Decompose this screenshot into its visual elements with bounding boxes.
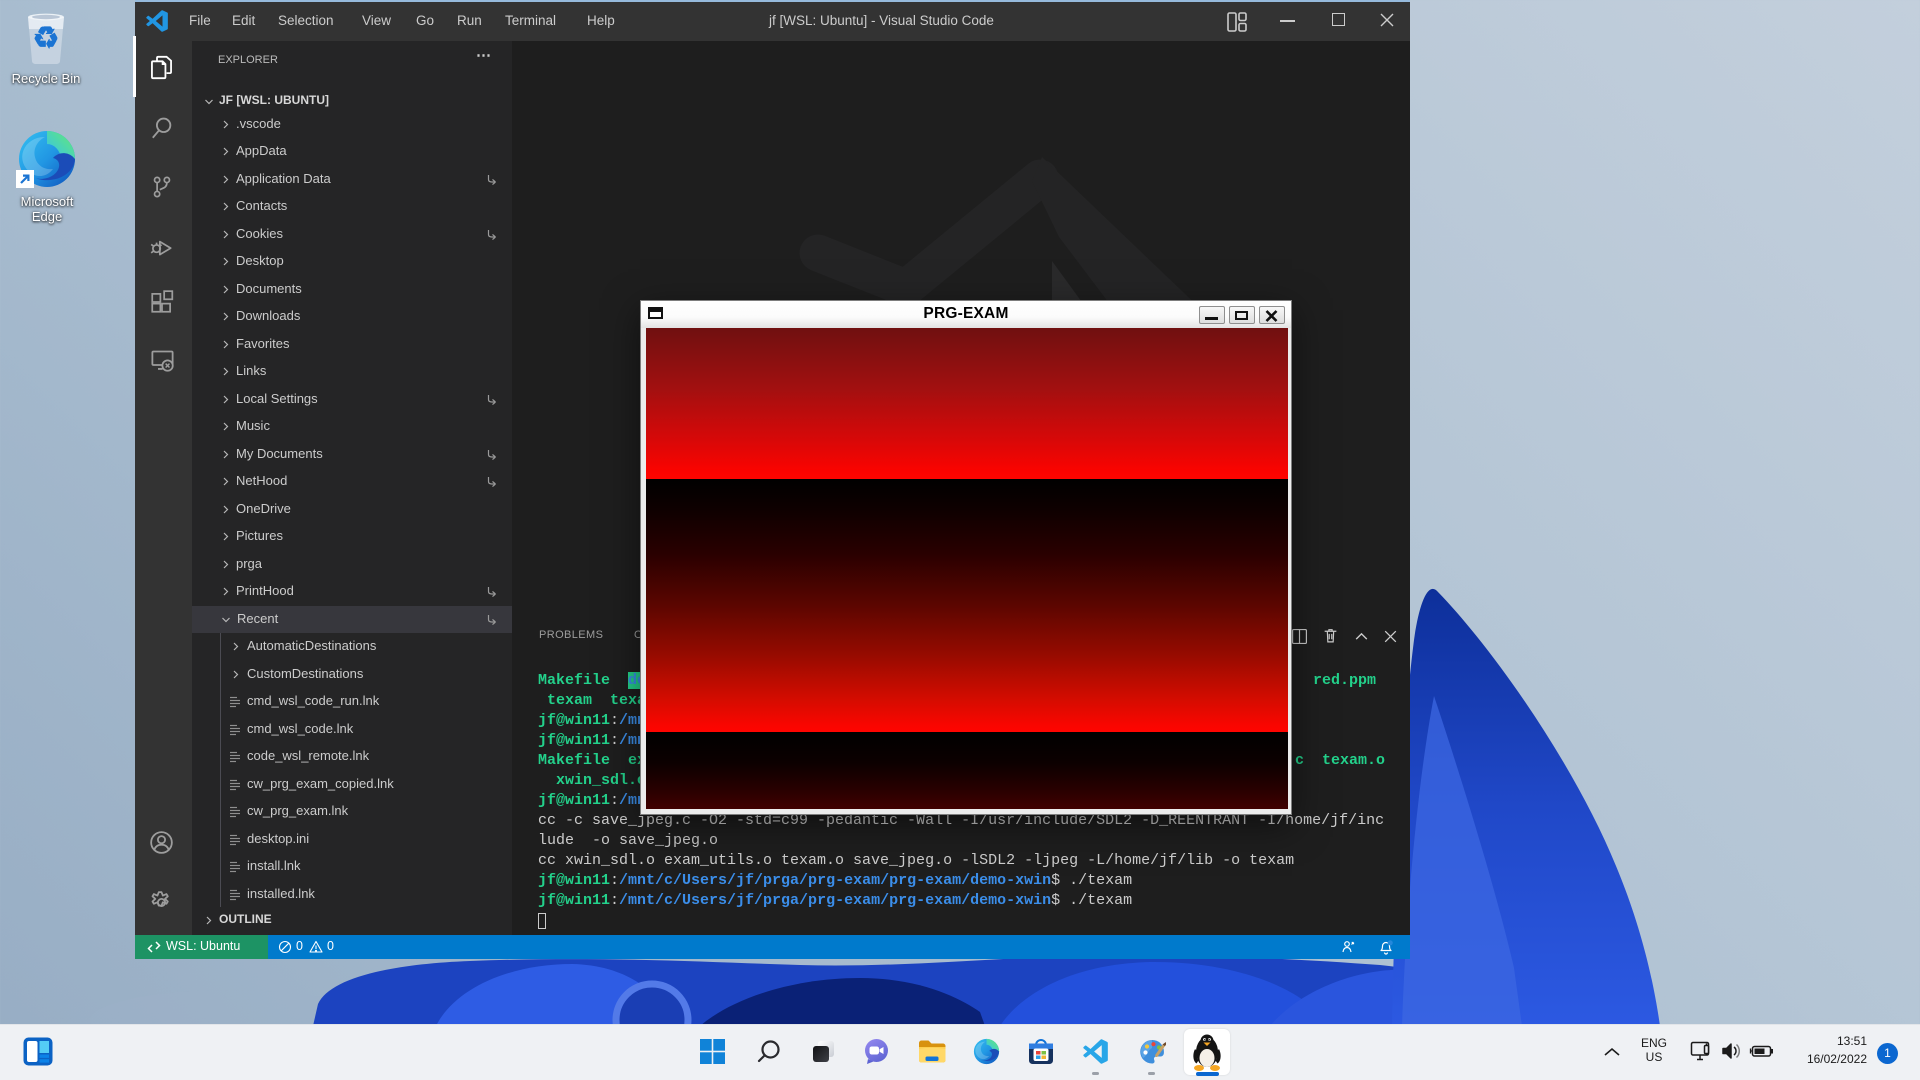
svg-text:♻: ♻ — [33, 22, 60, 55]
